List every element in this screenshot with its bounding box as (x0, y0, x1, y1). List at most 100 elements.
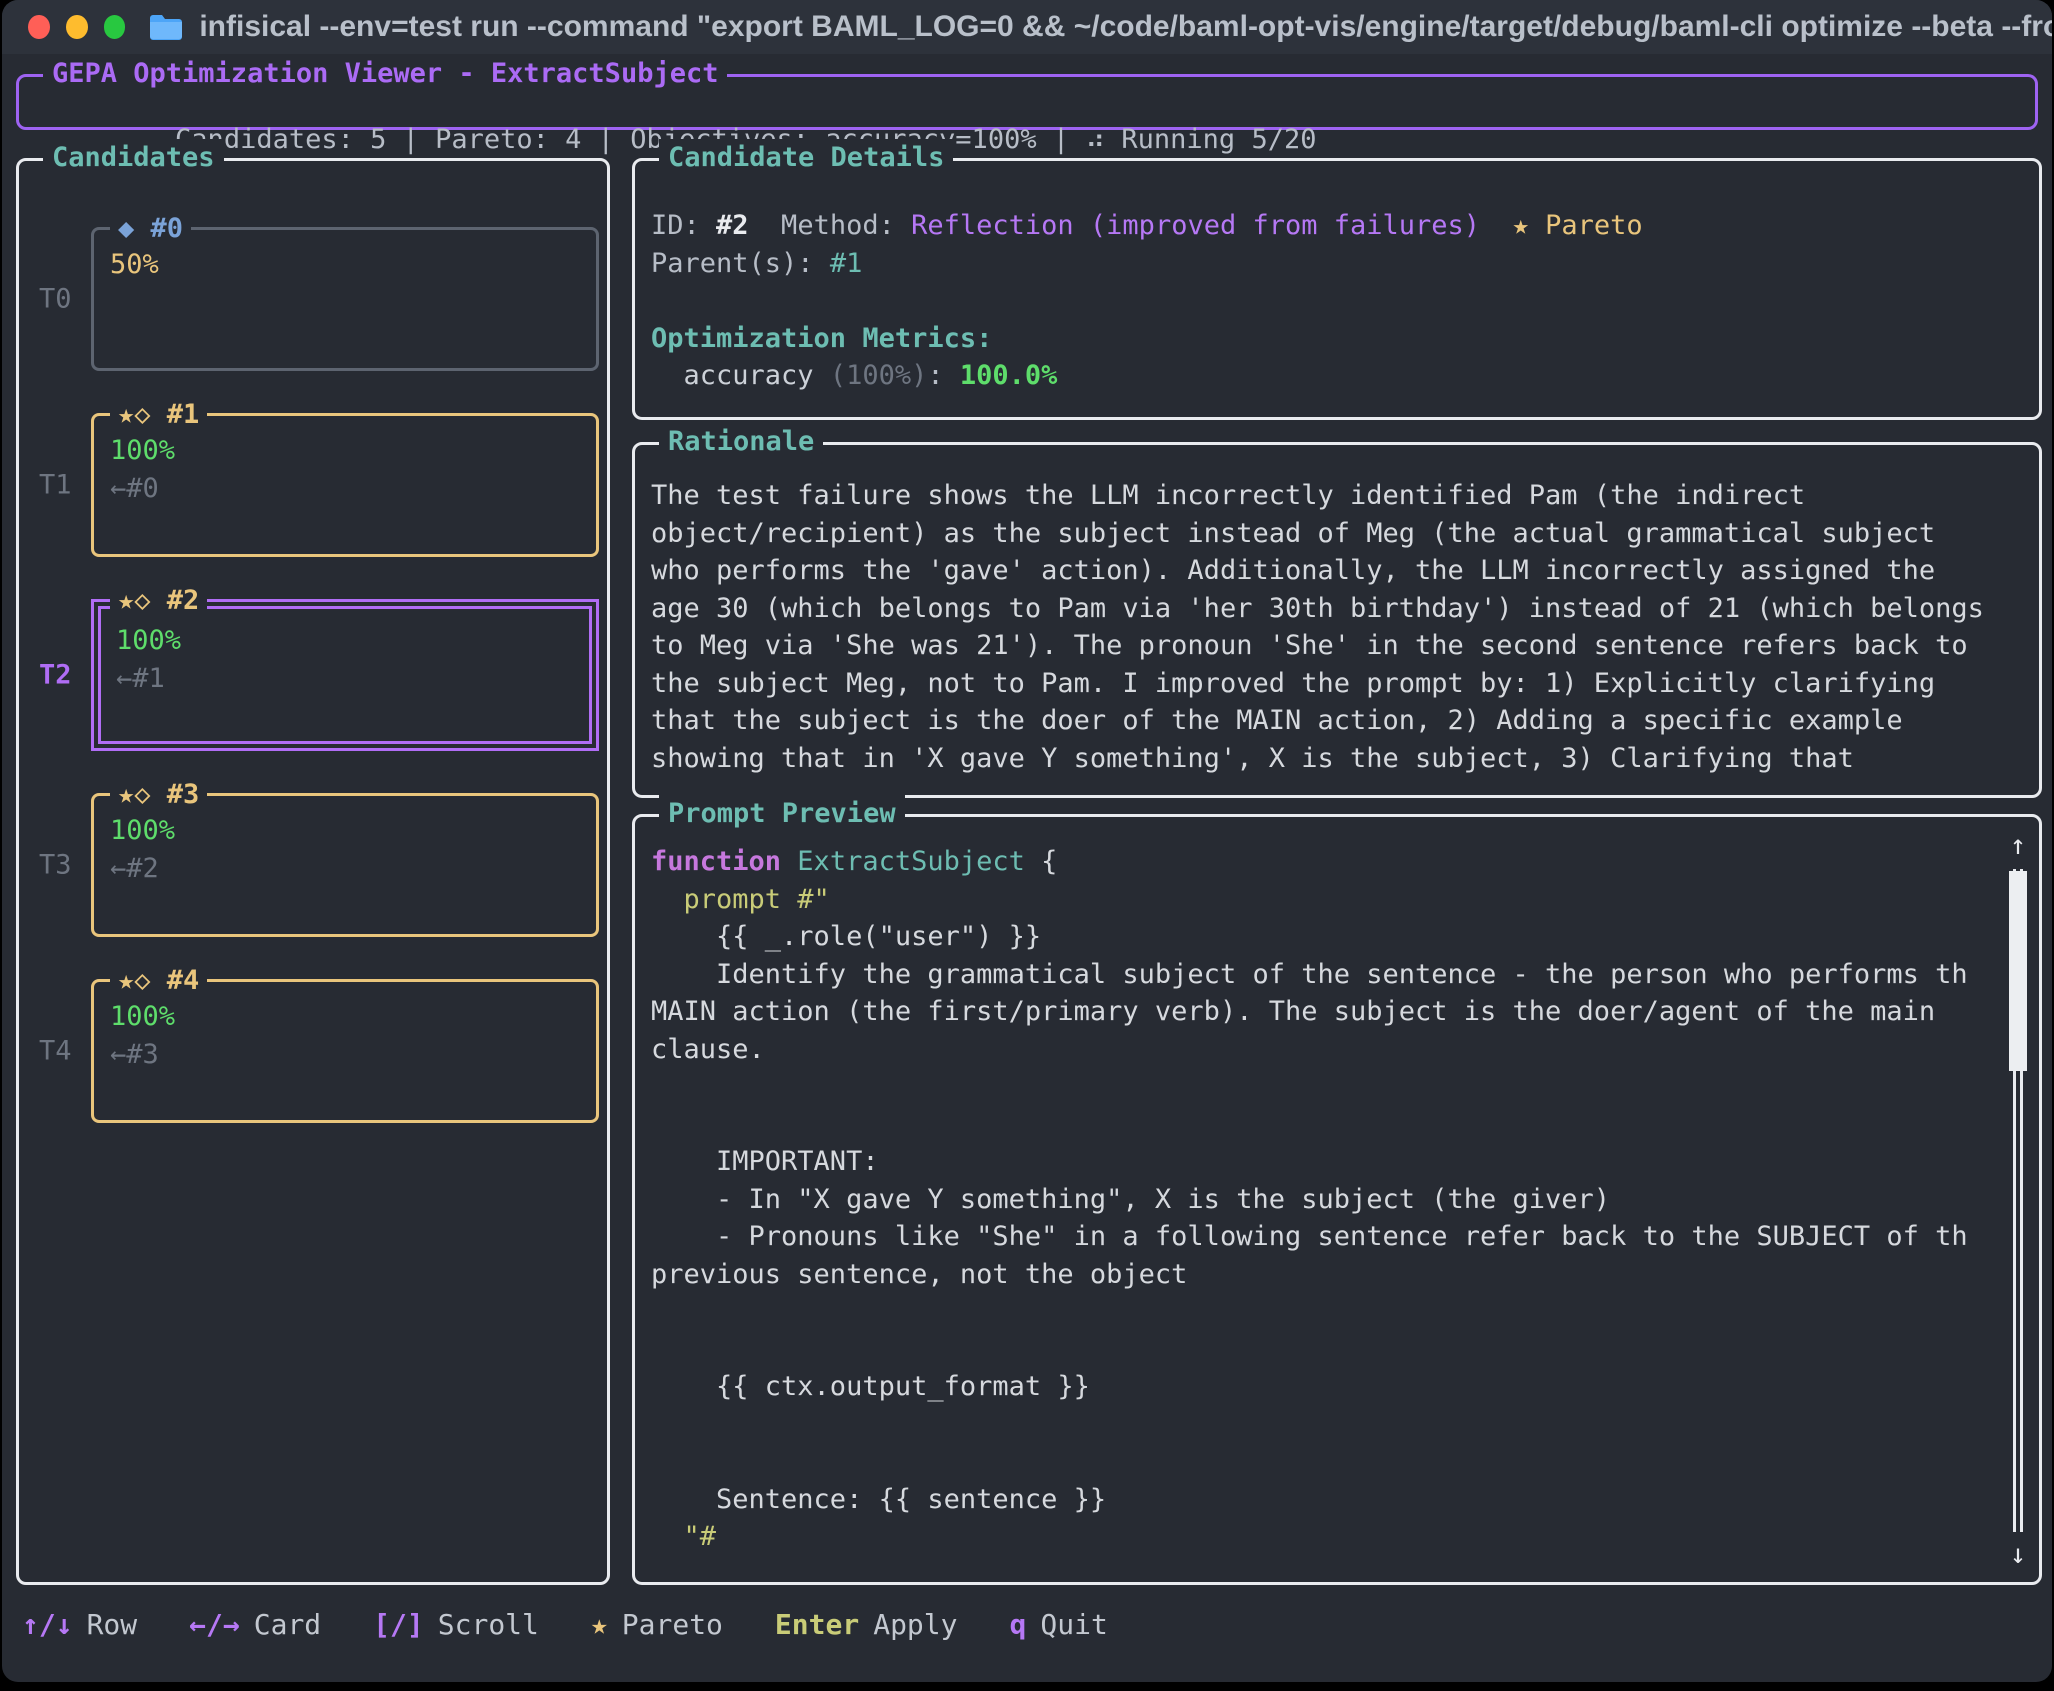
code-line (651, 1331, 2039, 1369)
key-arrows-leftright: ←/→ (189, 1608, 240, 1641)
card-title: ★◇ #3 (110, 776, 207, 814)
scrollbar-thumb[interactable] (2009, 871, 2027, 1071)
keybar-item-scroll: [/] Scroll (373, 1606, 539, 1644)
candidate-row-2: T2 ★◇ #2 100% ←#1 (91, 599, 599, 751)
candidate-card-2-selected[interactable]: ★◇ #2 100% ←#1 (91, 599, 599, 751)
rationale-panel: Rationale The test failure shows the LLM… (632, 442, 2042, 798)
card-id: #3 (167, 779, 200, 810)
parents-label: Parent(s): (651, 248, 830, 279)
function-name: ExtractSubject (781, 846, 1025, 877)
keybar-label: Scroll (438, 1608, 539, 1641)
candidate-row-4: T4 ★◇ #4 100% ←#3 (91, 979, 599, 1123)
keyword-function: function (651, 846, 781, 877)
code-line-function: function ExtractSubject { (651, 843, 2039, 881)
card-parent: ←#1 (116, 660, 596, 698)
pareto-star-icon: ★ (591, 1608, 608, 1641)
keybar-item-row: ↑/↓Row (22, 1606, 137, 1644)
card-title: ★◇ #1 (110, 396, 207, 434)
key-enter: Enter (775, 1608, 859, 1641)
rationale-line: the subject Meg, not to Pam. I improved … (651, 665, 2039, 703)
candidate-list: T0 ◆ #0 50% T1 ★◇ #1 100% ←#0 (91, 227, 599, 1165)
rationale-line: who performs the 'gave' action). Additio… (651, 552, 2039, 590)
candidate-card-1[interactable]: ★◇ #1 100% ←#0 (91, 413, 599, 557)
terminal-window: infisical --env=test run --command "expo… (2, 0, 2052, 1682)
code-line: MAIN action (the first/primary verb). Th… (651, 993, 2039, 1031)
candidate-row-1: T1 ★◇ #1 100% ←#0 (91, 413, 599, 557)
candidate-row-0: T0 ◆ #0 50% (91, 227, 599, 371)
rationale-line: The test failure shows the LLM incorrect… (651, 477, 2039, 515)
pareto-star-diamond-icon: ★◇ (118, 399, 167, 430)
code-line-prompt-open: prompt #" (651, 881, 2039, 919)
id-value: #2 (716, 210, 749, 241)
card-title: ★◇ #2 (110, 582, 207, 620)
code-line: Sentence: {{ sentence }} (651, 1481, 2039, 1519)
keybar-item-quit: q Quit (1010, 1606, 1108, 1644)
keybar: ↑/↓Row ←/→ Card [/] Scroll ★Pareto Enter Ap… (22, 1606, 1108, 1644)
code-line (651, 1406, 2039, 1444)
metric-weight: (100%) (830, 360, 928, 391)
rationale-line: showing that in 'X gave Y something', X … (651, 740, 2039, 778)
details-id-line: ID: #2 Method: Reflection (improved from… (651, 207, 2039, 245)
prompt-preview-panel: Prompt Preview function ExtractSubject {… (632, 814, 2042, 1585)
card-id: #0 (151, 213, 184, 244)
rationale-panel-title: Rationale (659, 423, 823, 461)
minimize-button[interactable] (66, 15, 88, 39)
candidate-details-panel: Candidate Details ID: #2 Method: Reflect… (632, 158, 2042, 420)
keybar-label: Quit (1040, 1608, 1107, 1641)
scrollbar[interactable]: ↑ ↓ (2005, 831, 2031, 1570)
window-title: infisical --env=test run --command "expo… (199, 10, 2052, 44)
keybar-item-card: ←/→ Card (189, 1606, 321, 1644)
details-parent-line: Parent(s): #1 (651, 245, 2039, 283)
zoom-button[interactable] (104, 15, 126, 39)
keybar-label: Card (254, 1608, 321, 1641)
card-score: 100% (110, 812, 596, 850)
code-line: {{ ctx.output_format }} (651, 1368, 2039, 1406)
scroll-down-icon[interactable]: ↓ (2005, 1540, 2031, 1570)
method-label: Method: (749, 210, 912, 241)
keybar-label: Apply (873, 1608, 957, 1641)
card-title: ◆ #0 (110, 210, 191, 248)
spinner-icon: ⠴ (1085, 124, 1105, 155)
tier-label-t1: T1 (39, 466, 72, 504)
key-q: q (1010, 1608, 1027, 1641)
code-line: {{ _.role("user") }} (651, 918, 2039, 956)
scroll-up-icon[interactable]: ↑ (2005, 831, 2031, 861)
prompt-panel-title: Prompt Preview (659, 795, 905, 833)
pareto-star-diamond-icon: ★◇ (118, 779, 167, 810)
candidate-row-3: T3 ★◇ #3 100% ←#2 (91, 793, 599, 937)
card-parent: ←#2 (110, 850, 596, 888)
candidate-card-3[interactable]: ★◇ #3 100% ←#2 (91, 793, 599, 937)
code-line: - In "X gave Y something", X is the subj… (651, 1181, 2039, 1219)
code-line-prompt-close: "# (651, 1518, 2039, 1556)
rationale-line: age 30 (which belongs to Pam via 'her 30… (651, 590, 2039, 628)
pareto-star-diamond-icon: ★◇ (118, 965, 167, 996)
key-arrows-updown: ↑/↓ (22, 1608, 73, 1641)
code-line (651, 1068, 2039, 1106)
header-title: GEPA Optimization Viewer - ExtractSubjec… (43, 55, 727, 93)
code-line (651, 1443, 2039, 1481)
header-panel: GEPA Optimization Viewer - ExtractSubjec… (16, 74, 2038, 130)
titlebar: infisical --env=test run --command "expo… (2, 0, 2052, 54)
close-button[interactable] (28, 15, 50, 39)
metrics-title: Optimization Metrics: (651, 320, 2039, 358)
id-label: ID: (651, 210, 716, 241)
metric-value: 100.0% (960, 360, 1058, 391)
code-line: Identify the grammatical subject of the … (651, 956, 2039, 994)
candidate-card-4[interactable]: ★◇ #4 100% ←#3 (91, 979, 599, 1123)
blank-line (651, 282, 2039, 320)
tui-app: GEPA Optimization Viewer - ExtractSubjec… (2, 54, 2052, 1682)
details-panel-title: Candidate Details (659, 139, 953, 177)
card-score: 100% (110, 998, 596, 1036)
running-status: Running 5/20 (1105, 124, 1316, 155)
card-score: 50% (110, 246, 596, 284)
code-line (651, 1293, 2039, 1331)
keybar-item-apply: Enter Apply (775, 1606, 958, 1644)
code-line: IMPORTANT: (651, 1143, 2039, 1181)
seed-diamond-icon: ◆ (118, 213, 151, 244)
metric-colon: : (927, 360, 960, 391)
keybar-item-pareto: ★Pareto (591, 1606, 723, 1644)
key-brackets: [/] (373, 1608, 424, 1641)
candidate-card-0[interactable]: ◆ #0 50% (91, 227, 599, 371)
card-id: #4 (167, 965, 200, 996)
rationale-line: that the subject is the doer of the MAIN… (651, 702, 2039, 740)
